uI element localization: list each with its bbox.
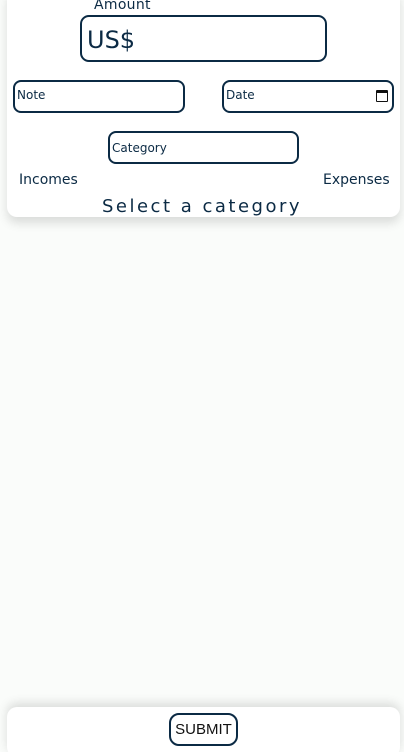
- note-placeholder: Note: [17, 88, 46, 102]
- note-input[interactable]: Note: [13, 80, 185, 113]
- expenses-tab[interactable]: Expenses: [323, 172, 390, 188]
- date-input[interactable]: Date: [222, 80, 394, 113]
- incomes-tab[interactable]: Incomes: [19, 172, 78, 188]
- amount-label: Amount: [94, 0, 151, 13]
- calendar-icon[interactable]: [376, 90, 388, 102]
- amount-input[interactable]: US$: [80, 15, 327, 62]
- amount-value: US$: [87, 26, 136, 54]
- category-placeholder: Category: [112, 141, 167, 155]
- date-placeholder: Date: [226, 88, 255, 102]
- select-category-prompt: Select a category: [101, 196, 303, 217]
- category-input[interactable]: Category: [108, 131, 299, 164]
- submit-button[interactable]: SUBMIT: [169, 713, 238, 746]
